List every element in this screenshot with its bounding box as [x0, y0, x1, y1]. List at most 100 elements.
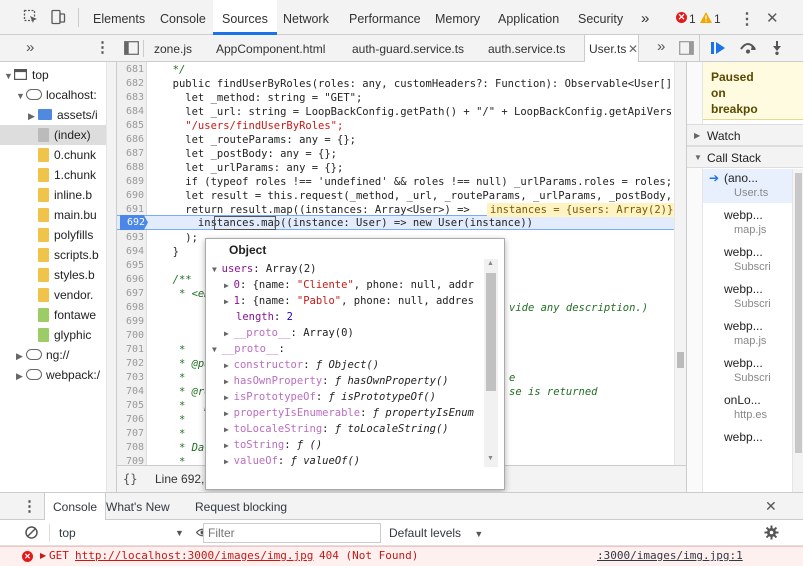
drawer-menu-icon[interactable]: ⋮ [22, 497, 37, 515]
line-number[interactable]: 699 [117, 315, 144, 329]
property-item[interactable]: ▶ 1: {name: "Pablo", phone: null, addres [224, 293, 474, 309]
tab-elements[interactable]: Elements [84, 0, 154, 35]
tab-memory[interactable]: Memory [426, 0, 489, 35]
tree-item-ng[interactable]: ▶ ng:// [16, 345, 69, 365]
call-frame-location[interactable]: http.es [734, 409, 767, 421]
error-icon[interactable]: ✕ [676, 12, 687, 23]
tree-item-polyfills[interactable]: polyfills [38, 225, 93, 245]
tree-item-webpack[interactable]: ▶ webpack:/ [16, 365, 100, 385]
navigator-menu-icon[interactable]: ⋮ [95, 38, 110, 56]
line-number[interactable]: 689 [117, 175, 144, 189]
resume-icon[interactable] [710, 41, 726, 55]
gear-icon[interactable] [764, 525, 779, 540]
tree-item-scripts[interactable]: scripts.b [38, 245, 99, 265]
line-number[interactable]: 705 [117, 399, 144, 413]
navigator-scrollbar[interactable] [106, 62, 116, 492]
clear-console-icon[interactable] [25, 526, 38, 539]
call-frame-name[interactable]: onLo... [724, 393, 761, 407]
expand-arrow-icon[interactable]: ▶ [40, 551, 46, 560]
drawer-tab-console[interactable]: Console [44, 493, 107, 520]
tab-security[interactable]: Security [569, 0, 632, 35]
inspect-element-icon[interactable] [23, 9, 39, 25]
call-frame-name[interactable]: (ano... [724, 171, 758, 185]
hovered-token-instances[interactable] [214, 216, 276, 230]
line-number[interactable]: 693 [117, 231, 144, 245]
call-frame-location[interactable]: Subscri [734, 261, 771, 273]
line-number[interactable]: 701 [117, 343, 144, 357]
call-frame-name[interactable]: webp... [724, 319, 763, 333]
property-proto-array[interactable]: ▶ __proto__: Array(0) [224, 325, 354, 341]
tree-item-localhost[interactable]: ▼ localhost: [16, 85, 97, 105]
line-number[interactable]: 694 [117, 245, 144, 259]
line-number[interactable]: 682 [117, 77, 144, 91]
call-frame-name[interactable]: webp... [724, 245, 763, 259]
line-number[interactable]: 697 [117, 287, 144, 301]
device-toolbar-icon[interactable] [50, 9, 66, 25]
line-number[interactable]: 683 [117, 91, 144, 105]
tree-item-fontawesome[interactable]: fontawe [38, 305, 96, 325]
close-tab-icon[interactable]: ✕ [628, 35, 638, 63]
more-source-tabs-button[interactable]: » [657, 38, 665, 55]
call-frame-location[interactable]: map.js [734, 224, 766, 236]
tab-application[interactable]: Application [489, 0, 568, 35]
source-location-link[interactable]: :3000/images/img.jpg:1 [597, 549, 743, 562]
step-into-icon[interactable] [770, 41, 784, 55]
line-number[interactable]: 708 [117, 441, 144, 455]
call-frame-name[interactable]: webp... [724, 282, 763, 296]
line-number[interactable]: 688 [117, 161, 144, 175]
call-frame-name[interactable]: webp... [724, 208, 763, 222]
call-frame-location[interactable]: User.ts [734, 187, 768, 199]
call-stack-scroll-thumb[interactable] [795, 173, 802, 453]
call-stack-section-header[interactable]: ▼ Call Stack [687, 146, 803, 168]
tab-sources[interactable]: Sources [213, 0, 277, 35]
tree-item-inline[interactable]: inline.b [38, 185, 92, 205]
property-users[interactable]: ▼ users: Array(2) [212, 261, 316, 277]
expanded-arrow-icon[interactable]: ▼ [4, 66, 14, 86]
property-isprototypeof[interactable]: ▶ isPrototypeOf: ƒ isPrototypeOf() [224, 389, 436, 405]
log-levels-dropdown[interactable]: Default levels ▼ [389, 523, 483, 543]
collapsed-arrow-icon[interactable]: ▶ [694, 125, 700, 147]
line-number[interactable]: 681 [117, 63, 144, 77]
tree-item-styles[interactable]: styles.b [38, 265, 95, 285]
toggle-navigator-icon[interactable] [124, 41, 139, 55]
close-drawer-button[interactable]: ✕ [765, 498, 777, 515]
line-number[interactable]: 690 [117, 189, 144, 203]
property-tolocalestring[interactable]: ▶ toLocaleString: ƒ toLocaleString() [224, 421, 449, 437]
request-url-link[interactable]: http://localhost:3000/images/img.jpg [75, 549, 313, 562]
line-number[interactable]: 707 [117, 427, 144, 441]
source-tab-auth-guard[interactable]: auth-guard.service.ts [348, 35, 468, 62]
line-number[interactable]: 702 [117, 357, 144, 371]
scroll-down-icon[interactable]: ▼ [487, 455, 494, 462]
line-number[interactable]: 696 [117, 273, 144, 287]
drawer-tab-whats-new[interactable]: What's New [106, 493, 170, 520]
expanded-arrow-icon[interactable]: ▼ [694, 147, 702, 169]
tree-item-1-chunk[interactable]: 1.chunk [38, 165, 96, 185]
editor-scroll-thumb[interactable] [677, 352, 684, 368]
toggle-debugger-icon[interactable] [679, 41, 694, 55]
editor-scrollbar[interactable] [674, 62, 686, 465]
line-number[interactable]: 685 [117, 119, 144, 133]
tab-network[interactable]: Network [274, 0, 338, 35]
call-frame-location[interactable]: map.js [734, 335, 766, 347]
pretty-print-icon[interactable]: {} [123, 466, 137, 493]
line-number[interactable]: 684 [117, 105, 144, 119]
more-tabs-button[interactable]: » [632, 0, 658, 35]
object-preview-popover[interactable]: Object ▼ users: Array(2) ▶ 0: {name: "Cl… [205, 238, 505, 490]
tree-item-index[interactable]: (index) [0, 125, 116, 145]
close-devtools-button[interactable]: ✕ [766, 9, 779, 27]
context-selector[interactable]: top ▼ [55, 523, 193, 543]
line-number[interactable]: 700 [117, 329, 144, 343]
line-number[interactable]: 691 [117, 203, 144, 217]
tree-item-main[interactable]: main.bu [38, 205, 97, 225]
property-propertyisenumerable[interactable]: ▶ propertyIsEnumerable: ƒ propertyIsEnum [224, 405, 474, 421]
property-tostring[interactable]: ▶ toString: ƒ () [224, 437, 322, 453]
console-filter-input[interactable] [203, 523, 381, 543]
source-tab-auth-service[interactable]: auth.service.ts [484, 35, 569, 62]
console-error-message[interactable]: ✕ ▶ GET http://localhost:3000/images/img… [0, 546, 803, 566]
tree-item-vendor[interactable]: vendor. [38, 285, 93, 305]
warning-icon[interactable] [700, 12, 712, 23]
warning-count[interactable]: 1 [714, 12, 721, 26]
tree-item-glyphicons[interactable]: glyphic [38, 325, 91, 345]
expanded-arrow-icon[interactable]: ▼ [16, 86, 26, 106]
line-number[interactable]: 698 [117, 301, 144, 315]
